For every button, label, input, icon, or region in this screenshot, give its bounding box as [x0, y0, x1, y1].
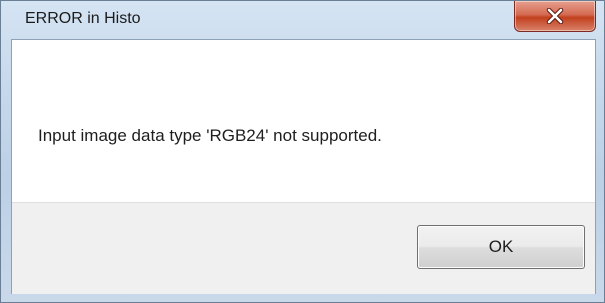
dialog-body: Input image data type 'RGB24' not suppor…: [11, 39, 596, 294]
title-bar[interactable]: ERROR in Histo: [1, 1, 604, 34]
dialog-title: ERROR in Histo: [25, 10, 141, 27]
button-panel: OK: [12, 202, 595, 294]
error-dialog-window: ERROR in Histo Input image data type 'RG…: [0, 0, 605, 303]
message-area: Input image data type 'RGB24' not suppor…: [12, 40, 595, 202]
error-message: Input image data type 'RGB24' not suppor…: [38, 126, 382, 145]
close-icon: [515, 1, 595, 31]
ok-button[interactable]: OK: [417, 225, 585, 269]
close-button[interactable]: [514, 1, 596, 32]
